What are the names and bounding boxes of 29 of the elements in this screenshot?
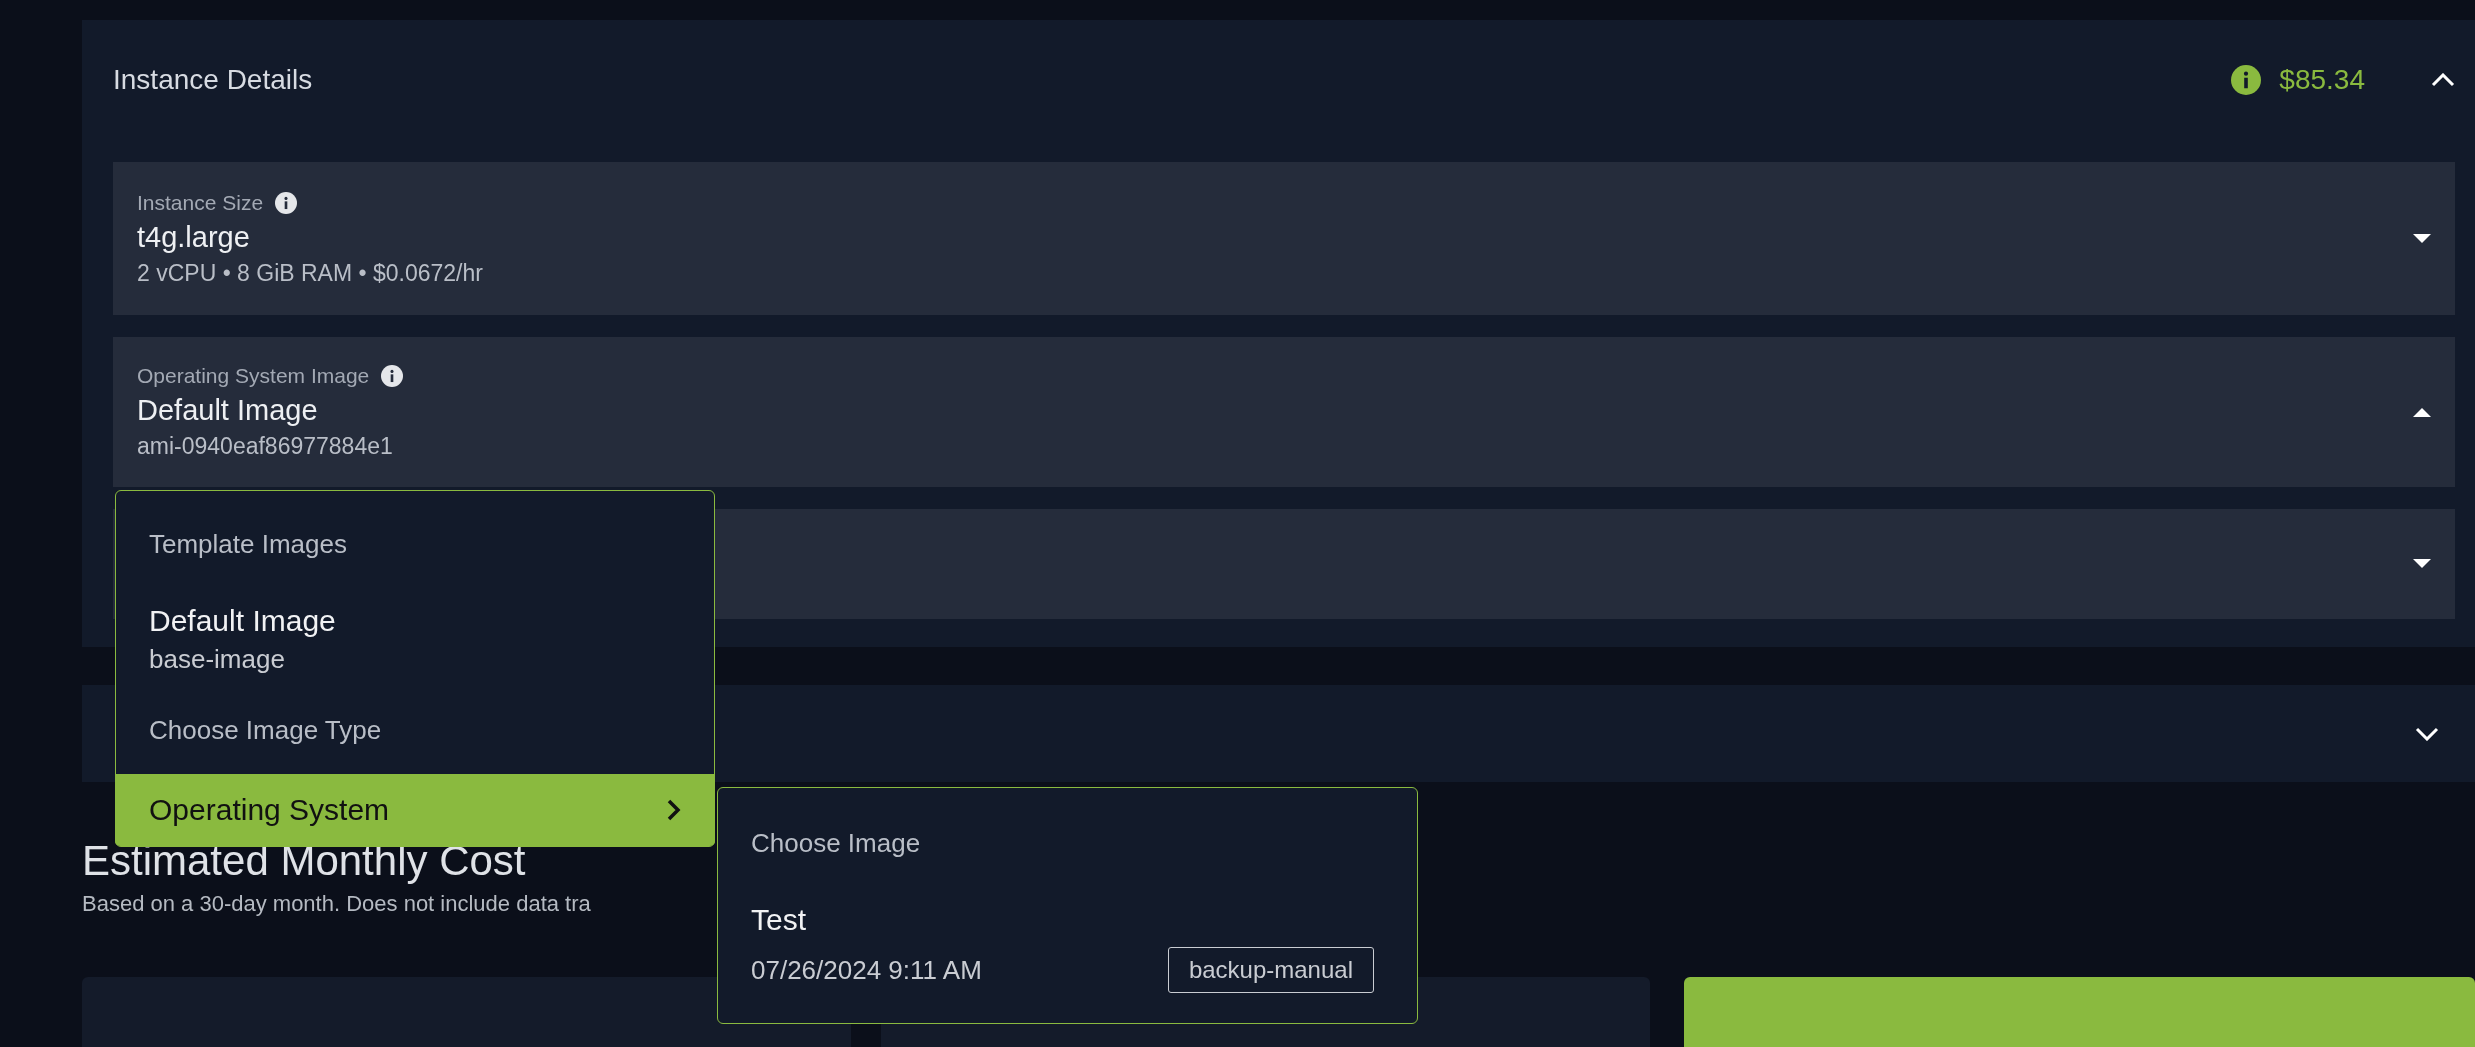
image-title[interactable]: Test	[751, 903, 1384, 937]
image-date: 07/26/2024 9:11 AM	[751, 954, 982, 986]
field-detail: 2 vCPU • 8 GiB RAM • $0.0672/hr	[137, 259, 484, 287]
info-icon	[275, 191, 298, 214]
info-icon	[2231, 65, 2262, 95]
menu-group-header: Choose Image Type	[148, 714, 383, 747]
image-tag: backup-manual	[1167, 947, 1374, 993]
caret-down-icon[interactable]	[2413, 233, 2431, 244]
field-label: Operating System Image	[137, 364, 370, 388]
field-value: t4g.large	[137, 220, 251, 254]
caret-down-icon[interactable]	[2413, 559, 2431, 569]
select-field[interactable]: Instance Size t4g.large 2 vCPU • 8 GiB RAM • $0.0672/hr	[113, 162, 2455, 315]
field-value: Default Image	[137, 394, 319, 427]
menu-option-title[interactable]: Default Image	[149, 604, 681, 638]
caret-up-icon[interactable]	[2413, 407, 2431, 417]
chevron-down-icon[interactable]	[2415, 726, 2439, 741]
chevron-up-icon[interactable]	[2431, 73, 2455, 87]
select-field[interactable]: Operating System Image Default Image ami-0940eaf86977884e1	[113, 337, 2455, 487]
submenu-item[interactable]: Operating System	[115, 774, 715, 846]
menu-group-header: Template Images	[148, 528, 348, 561]
cost-subtitle: Based on a 30-day month. Does not include data tra	[82, 891, 591, 917]
field-detail: ami-0940eaf86977884e1	[137, 433, 394, 460]
section-title: Instance Details	[113, 64, 314, 96]
menu-option-subtitle: base-image	[149, 644, 286, 675]
field-label: Instance Size	[137, 190, 264, 215]
menu-group-header: Choose Image	[751, 828, 922, 859]
chevron-right-icon	[667, 799, 681, 821]
info-icon	[381, 365, 404, 387]
price-label: $85.34	[2279, 64, 2365, 96]
